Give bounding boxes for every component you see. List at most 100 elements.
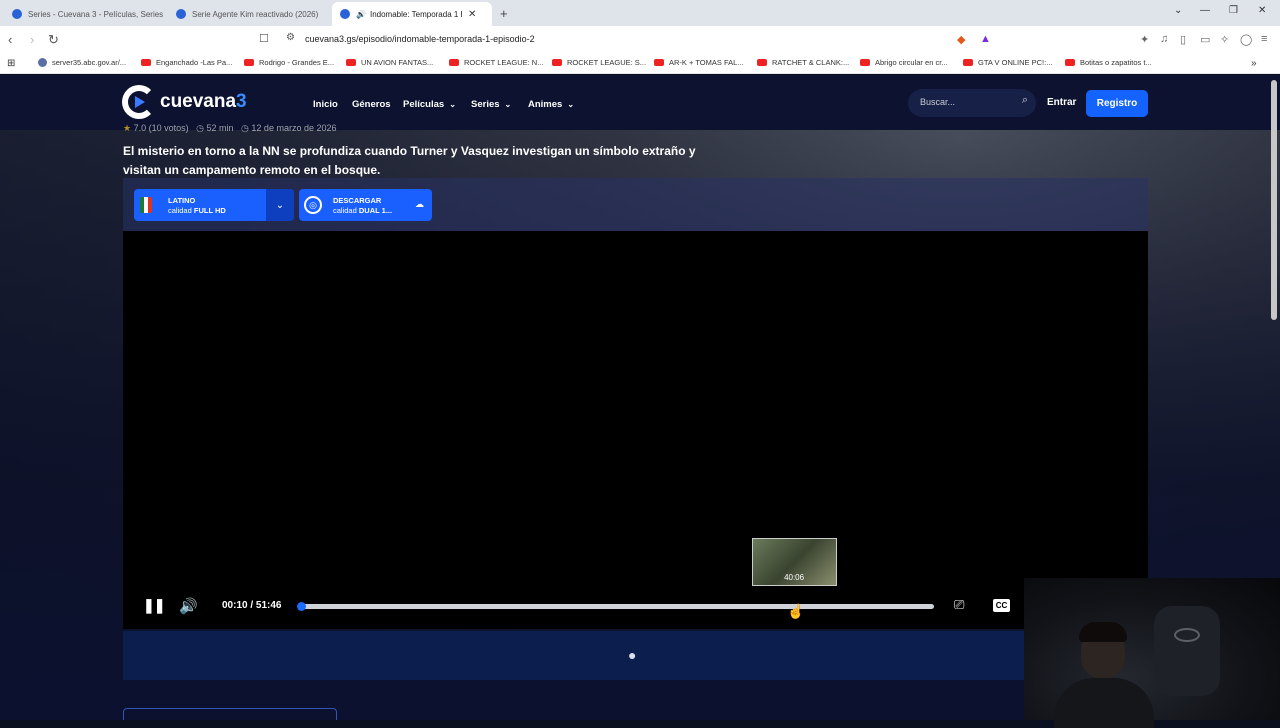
bookmark-item[interactable]: UN AVION FANTAS... — [346, 58, 433, 67]
vpn-icon[interactable]: ◯ — [1240, 33, 1252, 46]
register-button[interactable]: Registro — [1086, 90, 1148, 117]
brave-rewards-icon[interactable]: ▲ — [980, 33, 991, 45]
progress-handle[interactable] — [296, 602, 306, 611]
mexico-flag-icon — [140, 197, 152, 213]
youtube-icon — [244, 59, 254, 66]
tab-title: Indomable: Temporada 1 Ep — [369, 9, 462, 19]
media-icon[interactable]: ♫ — [1160, 33, 1168, 45]
close-window-icon[interactable]: ✕ — [1258, 5, 1266, 16]
leo-ai-icon[interactable]: ✧ — [1220, 33, 1229, 46]
download-label: DESCARGAR — [333, 196, 382, 205]
search-input[interactable]: Buscar... ⌕ — [908, 89, 1036, 117]
youtube-icon — [757, 59, 767, 66]
quality-prefix: calidad — [333, 206, 357, 215]
reload-icon[interactable]: ↻ — [48, 32, 59, 48]
minimize-icon[interactable]: — — [1200, 5, 1210, 16]
person-hair — [1079, 622, 1127, 642]
bookmark-item[interactable]: Abrigo circular en cr... — [860, 58, 948, 67]
episode-rating: 7.0 (10 votos) — [133, 123, 189, 133]
chevron-down-icon[interactable]: ⌄ — [266, 189, 294, 221]
youtube-icon — [654, 59, 664, 66]
bookmark-item[interactable]: Enganchado -Las Pa... — [141, 58, 232, 67]
search-placeholder: Buscar... — [920, 97, 956, 107]
episode-duration: 52 min — [206, 123, 234, 133]
maximize-icon[interactable]: ❐ — [1229, 5, 1238, 16]
address-bar-row: ‹ › ↻ ☐ ⚙ cuevana3.gs/episodio/indomable… — [0, 26, 1280, 54]
bookmark-item[interactable]: Rodrigo - Grandes E... — [244, 58, 334, 67]
cuevana-favicon-icon — [340, 9, 350, 19]
current-time: 00:10 — [222, 600, 248, 611]
apps-grid-icon[interactable]: ⊞ — [7, 58, 15, 69]
extensions-icon[interactable]: ✦ — [1140, 33, 1149, 46]
new-tab-icon[interactable]: + — [500, 6, 508, 21]
tab-title: Series - Cuevana 3 - Películas, Series — [28, 9, 164, 19]
logo-text: cuevana — [160, 91, 237, 112]
youtube-icon — [346, 59, 356, 66]
scrollbar[interactable] — [1271, 80, 1277, 320]
bookmark-item[interactable]: ROCKET LEAGUE: N... — [449, 58, 543, 67]
bookmark-item[interactable]: server35.abc.gov.ar/... — [38, 58, 126, 67]
download-circle-icon: ◎ — [304, 196, 322, 214]
back-icon[interactable]: ‹ — [8, 32, 12, 47]
menu-icon[interactable]: ≡ — [1261, 33, 1267, 45]
bookmark-item[interactable]: RATCHET & CLANK:... — [757, 58, 849, 67]
person-body — [1054, 678, 1154, 728]
tab-search-icon[interactable]: ⌄ — [1174, 5, 1182, 16]
site-header: cuevana3 Inicio Géneros Películas ⌄ Serie… — [0, 75, 1280, 130]
calendar-icon: ◷ — [241, 123, 249, 133]
close-tab-icon[interactable]: ✕ — [468, 9, 476, 20]
search-icon[interactable]: ⌕ — [1022, 94, 1028, 107]
login-link[interactable]: Entrar — [1047, 97, 1076, 108]
youtube-icon — [449, 59, 459, 66]
episode-date: 12 de marzo de 2026 — [251, 123, 337, 133]
bookmark-item[interactable]: ROCKET LEAGUE: S... — [552, 58, 646, 67]
cuevana-favicon-icon — [12, 9, 22, 19]
browser-tab-active[interactable]: 🔊 Indomable: Temporada 1 Ep ✕ — [332, 2, 492, 26]
preview-time: 40:06 — [784, 573, 805, 582]
volume-icon[interactable]: 🔊 — [179, 597, 198, 615]
language-label: LATINO — [168, 196, 196, 205]
lightbulb-icon[interactable]: ● — [628, 647, 636, 663]
site-logo[interactable]: cuevana3 — [122, 85, 247, 119]
tab-title: Serie Agente Kim reactivado (2026) — [192, 9, 319, 19]
lights-bar: ● — [123, 631, 1148, 680]
captions-icon[interactable]: CC — [993, 599, 1010, 612]
pause-icon[interactable]: ❚❚ — [143, 597, 165, 614]
logo-play-icon — [122, 85, 156, 119]
seek-preview-thumbnail: 40:06 — [751, 538, 837, 586]
site-settings-icon[interactable]: ⚙ — [286, 32, 295, 43]
nav-series[interactable]: Series ⌄ — [471, 99, 511, 110]
globe-icon — [38, 58, 47, 67]
total-time: 51:46 — [255, 600, 282, 611]
brave-shield-icon[interactable]: ◆ — [957, 33, 965, 46]
bookmark-item[interactable]: Botitas o zapatitos t... — [1065, 58, 1152, 67]
episode-selector-box[interactable] — [123, 708, 337, 720]
nav-inicio[interactable]: Inicio — [313, 99, 338, 110]
quality-value: DUAL 1... — [358, 206, 393, 215]
sidebar-icon[interactable]: ▯ — [1180, 33, 1186, 46]
player-options-panel: LATINO calidad FULL HD ⌄ ◎ DESCARGAR cal… — [123, 178, 1148, 231]
bookmark-item[interactable]: GTA V ONLINE PC!:... — [963, 58, 1052, 67]
download-button[interactable]: ◎ DESCARGAR calidad DUAL 1... ☁ — [299, 189, 432, 221]
nav-generos[interactable]: Géneros — [352, 99, 391, 110]
more-bookmarks-icon[interactable]: » — [1251, 58, 1257, 69]
youtube-icon — [552, 59, 562, 66]
language-selector[interactable]: LATINO calidad FULL HD ⌄ — [134, 189, 294, 221]
progress-bar[interactable] — [296, 602, 934, 611]
wallet-icon[interactable]: ▭ — [1200, 33, 1210, 46]
browser-tab[interactable]: Series - Cuevana 3 - Películas, Series — [4, 2, 164, 26]
mouse-cursor-icon: ☝ — [787, 603, 805, 619]
url-field[interactable]: cuevana3.gs/episodio/indomable-temporada… — [305, 34, 535, 44]
cast-icon[interactable]: ⎚ — [954, 597, 964, 613]
bookmark-item[interactable]: AR-K + TOMAS FAL... — [654, 58, 744, 67]
video-player[interactable]: 40:06 ❚❚ 🔊 00:10 / 51:46 ☝ ⎚ CC — [123, 231, 1148, 629]
forward-icon[interactable]: › — [30, 32, 34, 47]
bookmark-icon[interactable]: ☐ — [259, 32, 269, 45]
audio-playing-icon: 🔊 — [356, 9, 366, 19]
nav-animes[interactable]: Animes ⌄ — [528, 99, 574, 110]
star-icon: ★ — [123, 123, 132, 133]
browser-tab[interactable]: Serie Agente Kim reactivado (2026) — [168, 2, 328, 26]
webcam-overlay — [1024, 578, 1280, 728]
nav-peliculas[interactable]: Películas ⌄ — [403, 99, 456, 110]
youtube-icon — [860, 59, 870, 66]
